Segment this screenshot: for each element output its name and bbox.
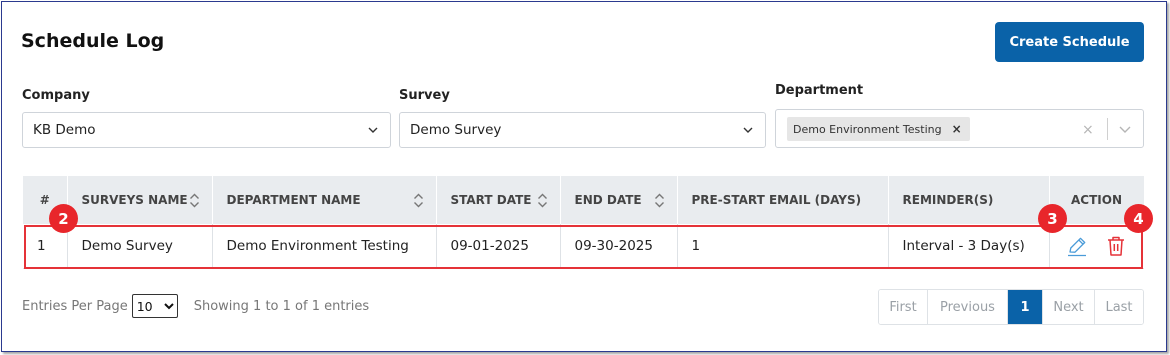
annotation-badge-3: 3	[1038, 204, 1067, 233]
department-label: Department	[775, 83, 864, 98]
company-label: Company	[22, 88, 90, 103]
column-header-start-date[interactable]: START DATE	[436, 176, 561, 224]
table-row: 1 Demo Survey Demo Environment Testing 0…	[23, 224, 1144, 269]
cell-end-date: 09-30-2025	[560, 224, 678, 269]
entries-per-page-label: Entries Per Page	[22, 298, 128, 314]
pagination-page-1[interactable]: 1	[1008, 290, 1043, 324]
survey-select-value: Demo Survey	[410, 122, 502, 138]
annotation-badge-4: 4	[1124, 204, 1153, 233]
survey-label: Survey	[399, 88, 450, 103]
create-schedule-button[interactable]: Create Schedule	[995, 22, 1144, 62]
annotation-badge-2: 2	[49, 204, 78, 233]
cell-reminders: Interval - 3 Day(s)	[888, 224, 1050, 269]
department-tag: Demo Environment Testing ×	[787, 117, 970, 141]
sort-icon[interactable]	[189, 193, 200, 208]
column-header-label: SURVEYS NAME	[81, 193, 188, 207]
sort-icon[interactable]	[537, 193, 548, 208]
entries-per-page: Entries Per Page 10 Showing 1 to 1 of 1 …	[22, 294, 369, 318]
sort-icon[interactable]	[413, 193, 424, 208]
pagination-last[interactable]: Last	[1095, 290, 1143, 324]
entries-per-page-select[interactable]: 10	[131, 294, 178, 318]
survey-select[interactable]: Demo Survey	[399, 112, 766, 148]
company-select[interactable]: KB Demo	[22, 112, 391, 148]
tag-remove-icon[interactable]: ×	[952, 122, 962, 136]
chevron-down-icon[interactable]	[1119, 124, 1131, 134]
sort-icon[interactable]	[654, 193, 665, 208]
edit-icon[interactable]	[1066, 235, 1088, 257]
separator	[1107, 118, 1108, 140]
column-header-pre-start-email: PRE-START EMAIL (DAYS)	[677, 176, 889, 224]
column-header-reminders: REMINDER(S)	[888, 176, 1050, 224]
cell-start-date: 09-01-2025	[436, 224, 561, 269]
cell-survey-name: Demo Survey	[67, 224, 213, 269]
department-multiselect[interactable]: Demo Environment Testing × ×	[775, 109, 1144, 148]
department-tag-label: Demo Environment Testing	[793, 122, 942, 136]
clear-icon[interactable]: ×	[1082, 122, 1094, 138]
pagination-next[interactable]: Next	[1043, 290, 1095, 324]
column-header-label: END DATE	[574, 193, 642, 207]
chevron-down-icon	[368, 127, 378, 133]
trash-icon[interactable]	[1106, 235, 1126, 257]
schedule-table: # SURVEYS NAME DEPARTMENT NAME START DAT…	[23, 176, 1145, 269]
column-header-surveys-name[interactable]: SURVEYS NAME	[67, 176, 213, 224]
column-header-label: START DATE	[450, 193, 532, 207]
pagination: First Previous 1 Next Last	[878, 289, 1144, 325]
column-header-department-name[interactable]: DEPARTMENT NAME	[212, 176, 437, 224]
cell-pre-start-email: 1	[677, 224, 889, 269]
table-header-row: # SURVEYS NAME DEPARTMENT NAME START DAT…	[23, 176, 1145, 224]
pagination-first[interactable]: First	[879, 290, 928, 324]
company-select-value: KB Demo	[33, 122, 96, 138]
cell-department-name: Demo Environment Testing	[212, 224, 437, 269]
chevron-down-icon	[743, 127, 753, 133]
column-header-end-date[interactable]: END DATE	[560, 176, 678, 224]
column-header-label: DEPARTMENT NAME	[226, 193, 361, 207]
showing-entries-text: Showing 1 to 1 of 1 entries	[193, 298, 370, 314]
page-title: Schedule Log	[21, 30, 165, 52]
pagination-previous[interactable]: Previous	[928, 290, 1008, 324]
